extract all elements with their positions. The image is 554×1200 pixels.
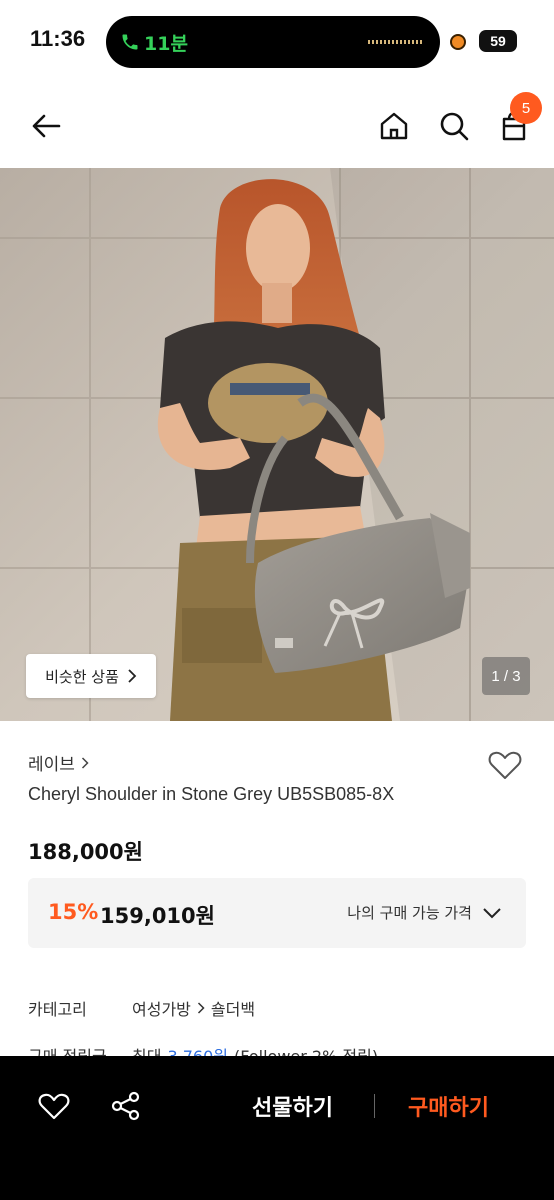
call-indicator: 11분 bbox=[120, 28, 188, 56]
app-header bbox=[0, 84, 554, 168]
category-label: 카테고리 bbox=[28, 1000, 87, 1019]
discount-price-box[interactable]: 15% 159,010원 나의 구매 가능 가격 bbox=[28, 878, 526, 948]
original-price: 188,000원 bbox=[28, 840, 143, 864]
my-price-label: 나의 구매 가능 가격 bbox=[347, 904, 472, 922]
brand-link[interactable]: 레이브 bbox=[28, 750, 89, 775]
similar-products-label: 비슷한 상품 bbox=[45, 667, 119, 686]
buy-button[interactable]: 구매하기 bbox=[408, 1090, 489, 1122]
phone-icon bbox=[122, 34, 138, 50]
wishlist-button[interactable] bbox=[486, 746, 524, 784]
brand-name: 레이브 bbox=[28, 755, 75, 775]
bottom-action-bar: 선물하기 구매하기 bbox=[0, 1056, 554, 1200]
back-button[interactable] bbox=[26, 106, 66, 146]
cart-count-badge: 5 bbox=[510, 92, 542, 124]
category-level-1[interactable]: 여성가방 bbox=[132, 996, 191, 1020]
home-icon bbox=[380, 112, 408, 140]
product-image[interactable] bbox=[0, 168, 554, 721]
search-button[interactable] bbox=[434, 106, 474, 146]
similar-products-button[interactable]: 비슷한 상품 bbox=[26, 654, 156, 698]
category-level-2[interactable]: 숄더백 bbox=[211, 996, 255, 1020]
dynamic-island[interactable]: 11분 bbox=[106, 16, 440, 68]
battery-indicator: 59 bbox=[479, 30, 517, 52]
bottom-wishlist-button[interactable] bbox=[36, 1088, 72, 1124]
category-row: 카테고리 여성가방 숄더백 bbox=[28, 996, 255, 1020]
recording-dot-icon bbox=[450, 34, 466, 50]
product-photo bbox=[0, 168, 554, 721]
heart-icon bbox=[488, 751, 522, 779]
share-button[interactable] bbox=[108, 1088, 144, 1124]
divider bbox=[374, 1094, 375, 1118]
discount-price: 159,010원 bbox=[100, 904, 215, 928]
status-time: 11:36 bbox=[30, 26, 86, 51]
chevron-right-icon bbox=[197, 1002, 205, 1014]
search-icon bbox=[440, 112, 469, 141]
category-path[interactable]: 여성가방 숄더백 bbox=[132, 996, 255, 1020]
audio-wave-icon bbox=[368, 40, 424, 44]
chevron-right-icon bbox=[81, 756, 89, 769]
discount-rate: 15% bbox=[48, 900, 99, 924]
status-bar: 11:36 11분 59 bbox=[0, 0, 554, 84]
call-duration: 11분 bbox=[144, 32, 188, 55]
back-arrow-icon bbox=[32, 114, 61, 138]
share-icon bbox=[111, 1091, 140, 1121]
home-button[interactable] bbox=[374, 106, 414, 146]
product-title: Cheryl Shoulder in Stone Grey UB5SB085-8… bbox=[28, 784, 395, 804]
chevron-down-icon bbox=[483, 907, 501, 918]
chevron-right-icon bbox=[128, 669, 137, 683]
my-price-toggle[interactable]: 나의 구매 가능 가격 bbox=[347, 902, 502, 923]
image-page-indicator: 1 / 3 bbox=[482, 657, 530, 695]
heart-icon bbox=[38, 1093, 70, 1120]
gift-button[interactable]: 선물하기 bbox=[252, 1090, 333, 1122]
